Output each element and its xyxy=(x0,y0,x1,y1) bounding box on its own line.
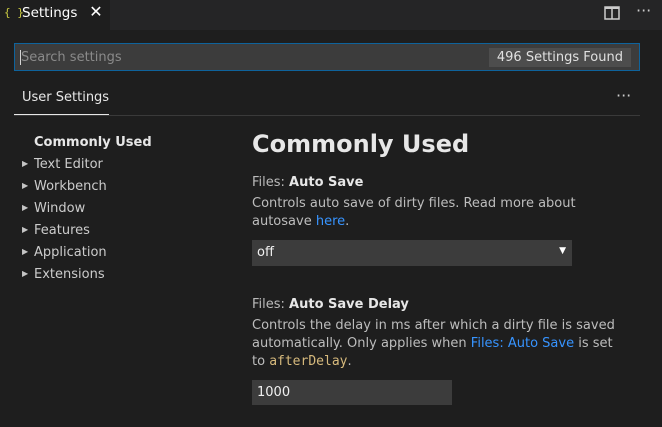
text-caret xyxy=(20,50,21,65)
more-options-icon[interactable]: ··· xyxy=(616,86,631,105)
toc-item-workbench[interactable]: ▶ Workbench xyxy=(22,176,107,198)
toc-item-label: Window xyxy=(34,201,86,216)
toc-item-label: Features xyxy=(34,223,90,238)
chevron-right-icon: ▶ xyxy=(22,202,29,212)
chevron-right-icon: ▶ xyxy=(22,246,29,256)
setting-title-auto-save-delay: Files: Auto Save Delay xyxy=(252,297,409,312)
close-icon[interactable]: ✕ xyxy=(89,4,103,20)
toc-item-label: Commonly Used xyxy=(34,135,152,150)
toc-item-features[interactable]: ▶ Features xyxy=(22,220,90,242)
split-editor-icon[interactable] xyxy=(604,6,622,22)
toc-item-label: Text Editor xyxy=(34,157,103,172)
toc-item-extensions[interactable]: ▶ Extensions xyxy=(22,264,105,286)
chevron-right-icon: ▶ xyxy=(22,268,29,278)
caret-down-icon: ▼ xyxy=(559,246,566,256)
tab-user-settings[interactable]: User Settings xyxy=(22,90,109,105)
files-auto-save-link[interactable]: Files: Auto Save xyxy=(471,336,574,351)
description-text: . xyxy=(345,214,350,229)
chevron-right-icon: ▶ xyxy=(22,158,29,168)
search-box: 496 Settings Found xyxy=(14,43,640,71)
description-text: Controls auto save of dirty files. Read … xyxy=(252,196,576,229)
search-input[interactable] xyxy=(19,44,493,70)
toc-item-label: Workbench xyxy=(34,179,107,194)
tab-title: Settings xyxy=(22,5,78,21)
toc-item-text-editor[interactable]: ▶ Text Editor xyxy=(22,154,103,176)
auto-save-delay-input[interactable] xyxy=(252,380,452,405)
setting-name: Auto Save xyxy=(289,175,364,190)
toc-item-label: Extensions xyxy=(34,267,105,282)
json-braces-icon: { } xyxy=(4,6,24,19)
settings-count-badge: 496 Settings Found xyxy=(488,48,631,67)
divider xyxy=(14,115,640,116)
auto-save-value: off xyxy=(257,245,274,260)
setting-category: Files: xyxy=(252,297,290,312)
description-text: . xyxy=(347,354,352,369)
setting-description-auto-save: Controls auto save of dirty files. Read … xyxy=(252,195,622,231)
toc-item-label: Application xyxy=(34,245,107,260)
editor-tab-bar: { } Settings ✕ ··· xyxy=(0,0,662,30)
setting-title-auto-save: Files: Auto Save xyxy=(252,175,363,190)
chevron-right-icon: ▶ xyxy=(22,224,29,234)
chevron-right-icon: ▶ xyxy=(22,180,29,190)
setting-category: Files: xyxy=(252,175,290,190)
setting-name: Auto Save Delay xyxy=(289,297,409,312)
auto-save-select[interactable]: off ▼ xyxy=(252,240,572,266)
more-actions-icon[interactable]: ··· xyxy=(636,3,656,19)
after-delay-code: afterDelay xyxy=(269,354,348,369)
toc-item-window[interactable]: ▶ Window xyxy=(22,198,85,220)
toc-item-application[interactable]: ▶ Application xyxy=(22,242,107,264)
section-heading: Commonly Used xyxy=(252,130,470,158)
settings-tab[interactable]: { } Settings ✕ xyxy=(0,0,110,30)
toc-item-commonly-used[interactable]: Commonly Used xyxy=(34,132,152,154)
setting-description-auto-save-delay: Controls the delay in ms after which a d… xyxy=(252,317,622,371)
autosave-docs-link[interactable]: here xyxy=(316,214,345,229)
